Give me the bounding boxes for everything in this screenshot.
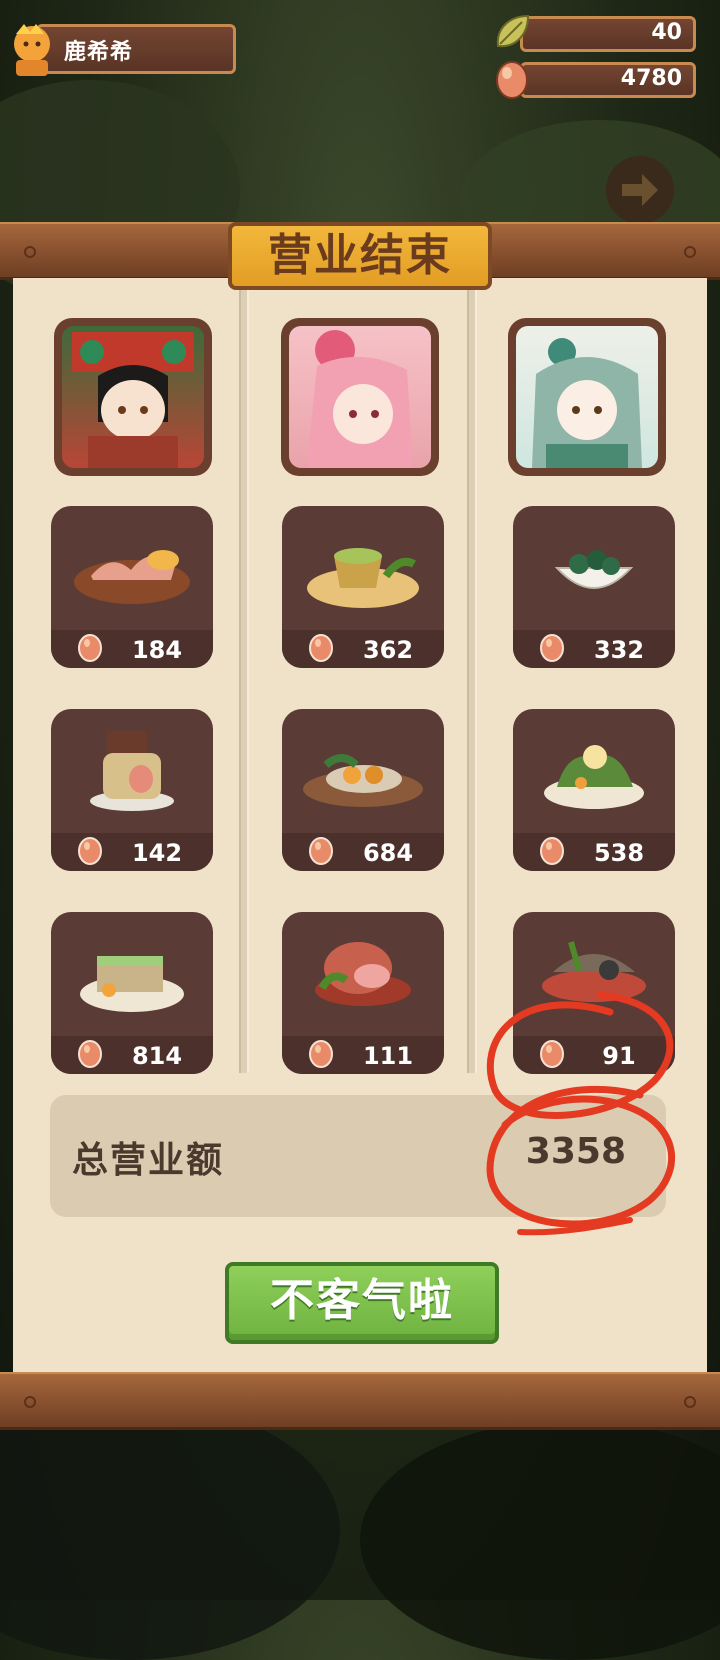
dish-price: 142 bbox=[131, 839, 183, 867]
total-revenue-amount: 3358 bbox=[525, 1131, 626, 1172]
dish-price: 684 bbox=[362, 839, 414, 867]
bottom-plank bbox=[0, 1372, 720, 1430]
coin-egg-icon bbox=[78, 1040, 102, 1068]
dish-image bbox=[542, 941, 646, 1002]
dish-price: 91 bbox=[602, 1042, 636, 1070]
arrow-right-icon[interactable] bbox=[600, 150, 680, 230]
coin-egg-icon bbox=[78, 837, 102, 865]
dish-image bbox=[554, 550, 634, 589]
dish-card[interactable]: 142 bbox=[51, 709, 213, 871]
dish-card[interactable]: 362 bbox=[282, 506, 444, 668]
coin-egg-icon bbox=[309, 1040, 333, 1068]
coin-egg-icon bbox=[309, 634, 333, 662]
dish-price: 814 bbox=[131, 1042, 183, 1070]
coin-egg-icon bbox=[540, 1040, 564, 1068]
coin-egg-icon bbox=[496, 61, 528, 99]
dish-image bbox=[90, 731, 174, 811]
coin-counter[interactable]: 4780 bbox=[496, 60, 696, 100]
player-badge[interactable]: 鹿希希 bbox=[6, 20, 236, 78]
dish-price: 111 bbox=[362, 1042, 414, 1070]
character-portrait[interactable] bbox=[281, 318, 439, 476]
confirm-button[interactable]: 不客气啦 bbox=[225, 1262, 499, 1344]
dish-price: 362 bbox=[362, 636, 414, 664]
coin-egg-icon bbox=[78, 634, 102, 662]
dish-image bbox=[307, 548, 419, 608]
dish-card[interactable]: 538 bbox=[513, 709, 675, 871]
dish-card[interactable]: 91 bbox=[513, 912, 675, 1074]
character-portrait[interactable] bbox=[508, 318, 666, 476]
dish-price: 184 bbox=[131, 636, 183, 664]
dish-image bbox=[80, 956, 184, 1012]
total-revenue-box: 总营业额 3358 bbox=[50, 1095, 666, 1217]
dish-card[interactable]: 332 bbox=[513, 506, 675, 668]
confirm-button-label: 不客气啦 bbox=[270, 1275, 454, 1326]
dish-card[interactable]: 184 bbox=[51, 506, 213, 668]
coin-egg-icon bbox=[309, 837, 333, 865]
dish-card[interactable]: 684 bbox=[282, 709, 444, 871]
player-name: 鹿希希 bbox=[64, 40, 134, 65]
dish-image bbox=[303, 754, 423, 807]
player-avatar-icon bbox=[14, 24, 50, 76]
dialog-title: 营业结束 bbox=[268, 230, 452, 281]
dish-price: 332 bbox=[593, 636, 645, 664]
leaf-counter[interactable]: 40 bbox=[496, 14, 696, 54]
dish-image bbox=[315, 942, 411, 1006]
character-portrait[interactable] bbox=[54, 318, 212, 476]
dish-image bbox=[544, 745, 644, 809]
dish-card[interactable]: 111 bbox=[282, 912, 444, 1074]
leaf-count: 40 bbox=[651, 20, 682, 45]
dialog-title-tab: 营业结束 bbox=[228, 222, 492, 290]
dish-card[interactable]: 814 bbox=[51, 912, 213, 1074]
total-revenue-label: 总营业额 bbox=[72, 1140, 225, 1181]
coin-egg-icon bbox=[540, 837, 564, 865]
coin-egg-icon bbox=[540, 634, 564, 662]
coin-count: 4780 bbox=[620, 66, 682, 91]
dish-image bbox=[74, 550, 190, 604]
dish-price: 538 bbox=[593, 839, 645, 867]
leaf-icon bbox=[496, 14, 530, 48]
